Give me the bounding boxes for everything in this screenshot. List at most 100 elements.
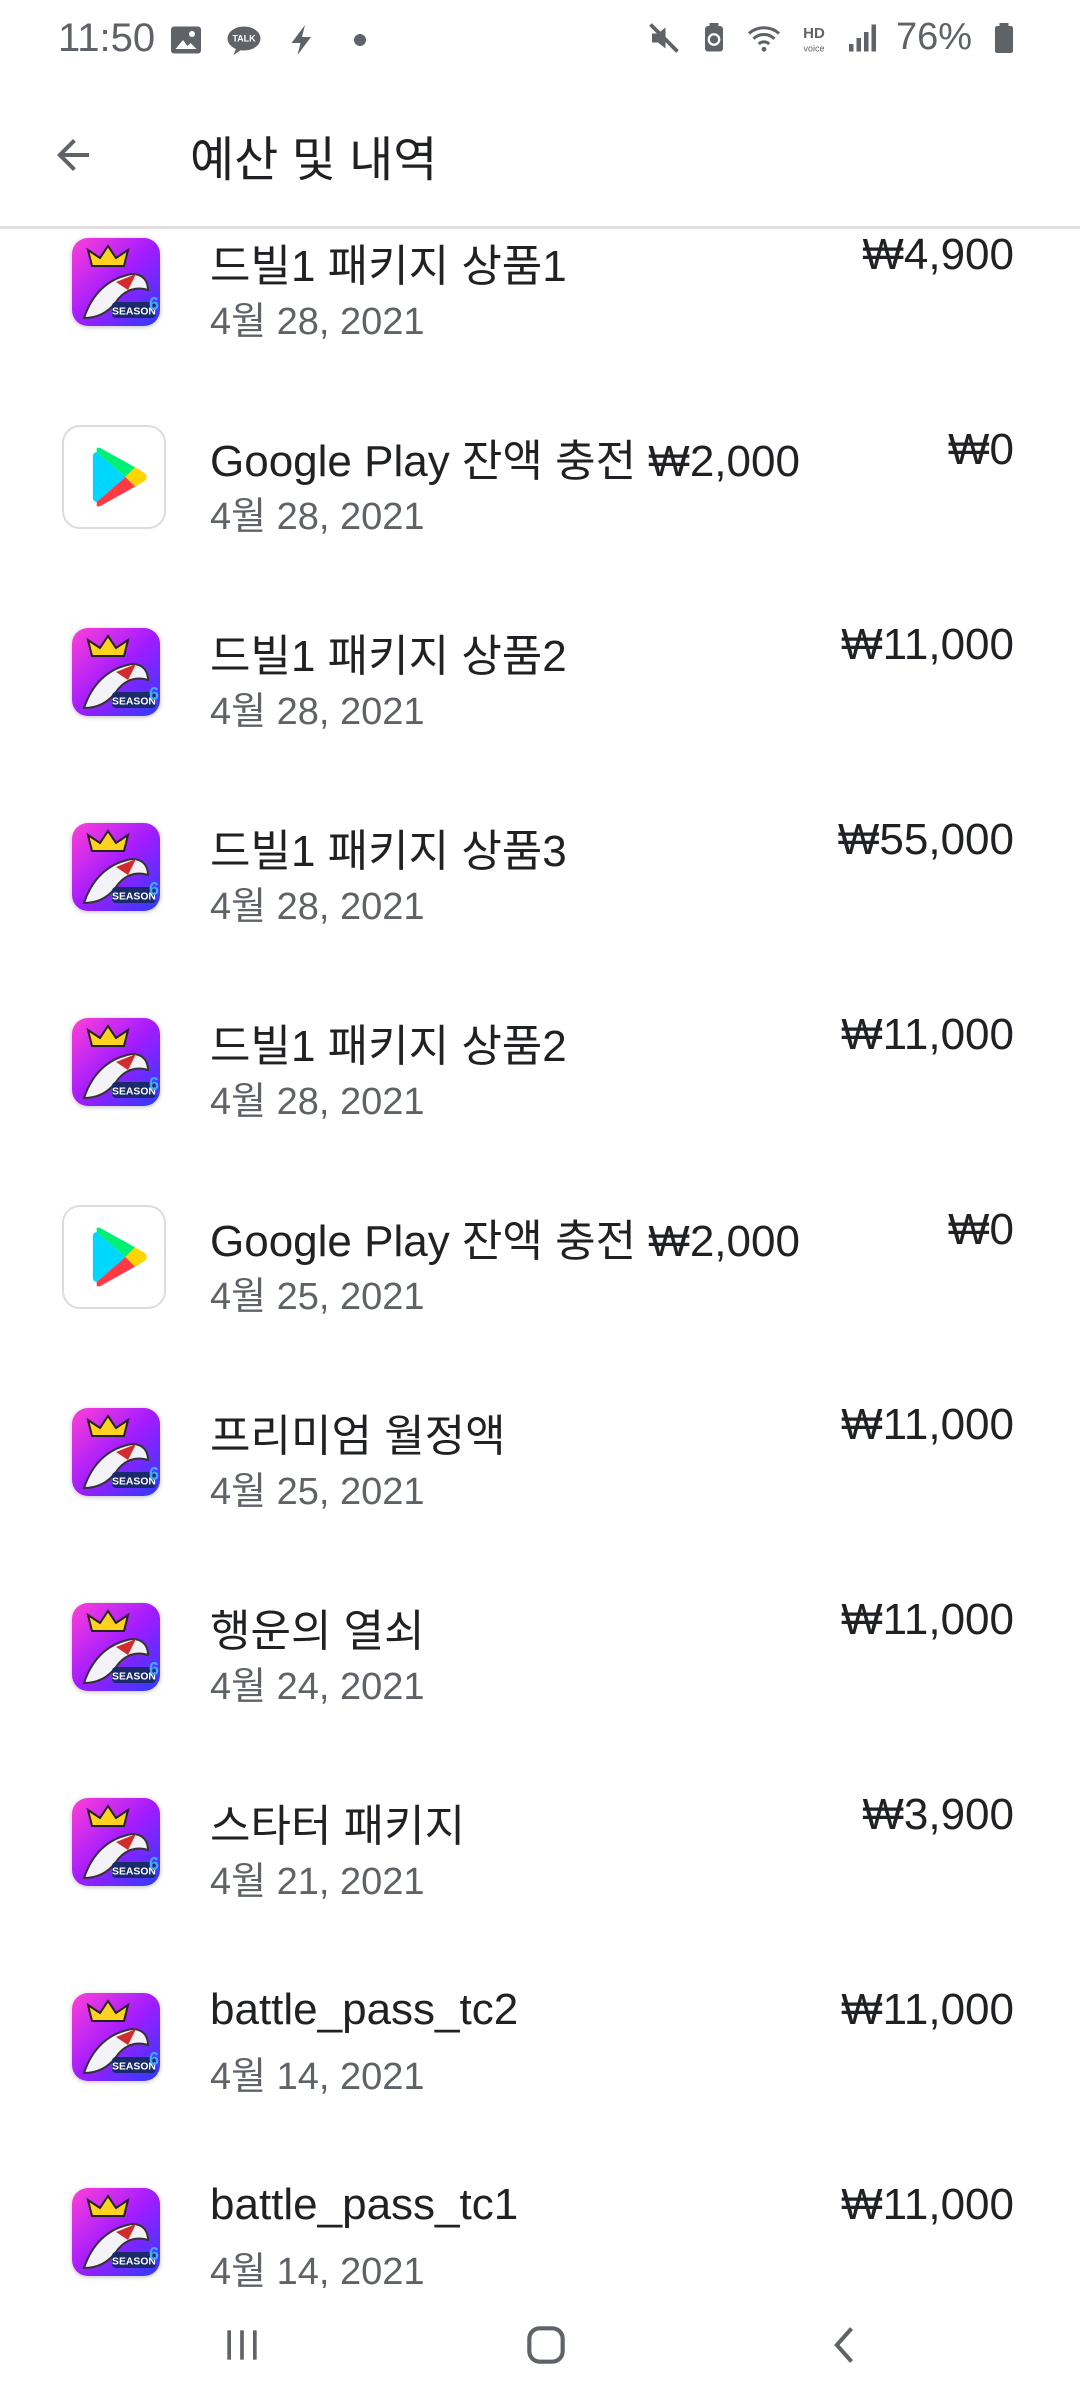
app-bar: 예산 및 내역 (0, 80, 1080, 229)
svg-text:HD: HD (803, 25, 825, 42)
back-icon (834, 2327, 854, 2363)
transaction-title: 드빌1 패키지 상품2 (210, 1022, 567, 1071)
transaction-row[interactable]: Google Play 잔액 충전 ₩2,000 4월 25, 2021 ₩0 (0, 1165, 1080, 1360)
svg-text:6: 6 (149, 1464, 159, 1484)
signal-icon (848, 24, 876, 51)
google-play-logo-icon (92, 447, 147, 507)
dot-icon (354, 34, 366, 46)
wifi-icon (747, 25, 780, 52)
game-art-icon: SEASON 6 (72, 628, 160, 716)
transaction-row[interactable]: SEASON 6 드빌1 패키지 상품2 4월 28, 2021 ₩11,000 (0, 970, 1080, 1165)
transaction-row[interactable]: SEASON 6 행운의 열쇠 4월 24, 2021 ₩11,000 (0, 1555, 1080, 1750)
svg-text:6: 6 (149, 1854, 159, 1874)
svg-text:6: 6 (149, 1074, 159, 1094)
svg-text:6: 6 (149, 2244, 159, 2264)
back-button[interactable] (38, 120, 108, 190)
transaction-amount: ₩11,000 (841, 620, 1014, 669)
transaction-title: Google Play 잔액 충전 ₩2,000 (210, 437, 800, 486)
transaction-title: Google Play 잔액 충전 ₩2,000 (210, 1217, 800, 1266)
system-status-icons: HD voice 76% (646, 16, 1022, 59)
transaction-date: 4월 24, 2021 (210, 1666, 425, 1708)
transaction-title: 프리미엄 월정액 (210, 1412, 506, 1461)
bolt-icon (291, 25, 311, 55)
transaction-date: 4월 28, 2021 (210, 1081, 425, 1123)
transaction-title: battle_pass_tc1 (210, 2180, 519, 2229)
transaction-amount: ₩3,900 (862, 1790, 1014, 1839)
game-app-icon: SEASON 6 (72, 238, 160, 326)
transaction-amount: ₩55,000 (837, 815, 1014, 864)
transaction-amount: ₩0 (948, 1205, 1014, 1254)
svg-text:6: 6 (149, 294, 159, 314)
game-art-icon: SEASON 6 (72, 2188, 160, 2276)
game-app-icon: SEASON 6 (72, 1408, 160, 1496)
transaction-amount: ₩0 (948, 425, 1014, 474)
game-art-icon: SEASON 6 (72, 1408, 160, 1496)
home-button[interactable] (506, 2310, 586, 2380)
transaction-title: battle_pass_tc2 (210, 1985, 519, 2034)
transaction-date: 4월 14, 2021 (210, 2251, 425, 2288)
nav-back-button[interactable] (806, 2310, 886, 2380)
transaction-amount: ₩4,900 (862, 230, 1014, 279)
transaction-title: 드빌1 패키지 상품1 (210, 242, 567, 291)
transaction-title: 드빌1 패키지 상품2 (210, 632, 567, 681)
recent-apps-button[interactable] (202, 2310, 282, 2380)
transaction-date: 4월 25, 2021 (210, 1471, 425, 1513)
status-time: 11:50 (58, 16, 156, 60)
recent-apps-icon (227, 2330, 257, 2360)
game-app-icon: SEASON 6 (72, 1993, 160, 2081)
transaction-date: 4월 28, 2021 (210, 691, 425, 733)
game-app-icon: SEASON 6 (72, 2188, 160, 2276)
gallery-icon (171, 26, 201, 54)
game-app-icon: SEASON 6 (72, 823, 160, 911)
transaction-date: 4월 21, 2021 (210, 1861, 425, 1903)
svg-text:TALK: TALK (232, 34, 256, 44)
transaction-list-content: SEASON 6 드빌1 패키지 상품1 4월 28, 2021 ₩4,900 Go… (0, 230, 1080, 2288)
transaction-amount: ₩11,000 (841, 1010, 1014, 1059)
navigation-bar (0, 2290, 1080, 2400)
svg-text:6: 6 (149, 879, 159, 899)
mute-icon (649, 22, 679, 53)
recycle-icon (704, 22, 723, 51)
transaction-row[interactable]: SEASON 6 battle_pass_tc2 4월 14, 2021 ₩11,0… (0, 1945, 1080, 2140)
transaction-title: 행운의 열쇠 (210, 1607, 425, 1656)
svg-text:6: 6 (149, 684, 159, 704)
game-art-icon: SEASON 6 (72, 1018, 160, 1106)
battery-icon (995, 22, 1013, 53)
google-play-icon (62, 1205, 166, 1309)
arrow-back-icon (57, 139, 89, 171)
transaction-row[interactable]: SEASON 6 프리미엄 월정액 4월 25, 2021 ₩11,000 (0, 1360, 1080, 1555)
transaction-amount: ₩11,000 (841, 2180, 1014, 2229)
game-art-icon: SEASON 6 (72, 823, 160, 911)
status-bar: 11:50 TALK HD voice 76% (0, 0, 1080, 80)
transaction-list[interactable]: SEASON 6 드빌1 패키지 상품1 4월 28, 2021 ₩4,900 Go… (0, 230, 1080, 2288)
transaction-title: 드빌1 패키지 상품3 (210, 827, 567, 876)
transaction-date: 4월 28, 2021 (210, 886, 425, 928)
game-app-icon: SEASON 6 (72, 1798, 160, 1886)
svg-text:6: 6 (149, 2049, 159, 2069)
google-play-logo-icon (92, 1227, 147, 1287)
transaction-row[interactable]: SEASON 6 스타터 패키지 4월 21, 2021 ₩3,900 (0, 1750, 1080, 1945)
transaction-row[interactable]: SEASON 6 드빌1 패키지 상품1 4월 28, 2021 ₩4,900 (0, 230, 1080, 385)
game-app-icon: SEASON 6 (72, 1018, 160, 1106)
game-app-icon: SEASON 6 (72, 628, 160, 716)
home-icon (527, 2326, 565, 2364)
transaction-row[interactable]: SEASON 6 드빌1 패키지 상품3 4월 28, 2021 ₩55,000 (0, 775, 1080, 970)
svg-text:voice: voice (803, 43, 824, 53)
game-art-icon: SEASON 6 (72, 238, 160, 326)
transaction-amount: ₩11,000 (841, 1985, 1014, 2034)
transaction-row[interactable]: Google Play 잔액 충전 ₩2,000 4월 28, 2021 ₩0 (0, 385, 1080, 580)
talk-icon: TALK (227, 26, 261, 55)
transaction-date: 4월 28, 2021 (210, 301, 425, 343)
svg-text:6: 6 (149, 1659, 159, 1679)
transaction-row[interactable]: SEASON 6 battle_pass_tc1 4월 14, 2021 ₩11,0… (0, 2140, 1080, 2288)
google-play-icon (62, 425, 166, 529)
game-art-icon: SEASON 6 (72, 1798, 160, 1886)
battery-percent: 76% (895, 16, 972, 58)
transaction-date: 4월 25, 2021 (210, 1276, 425, 1318)
game-art-icon: SEASON 6 (72, 1993, 160, 2081)
transaction-title: 스타터 패키지 (210, 1802, 466, 1851)
notification-icons: TALK (168, 20, 378, 60)
transaction-row[interactable]: SEASON 6 드빌1 패키지 상품2 4월 28, 2021 ₩11,000 (0, 580, 1080, 775)
game-art-icon: SEASON 6 (72, 1603, 160, 1691)
transaction-amount: ₩11,000 (841, 1595, 1014, 1644)
